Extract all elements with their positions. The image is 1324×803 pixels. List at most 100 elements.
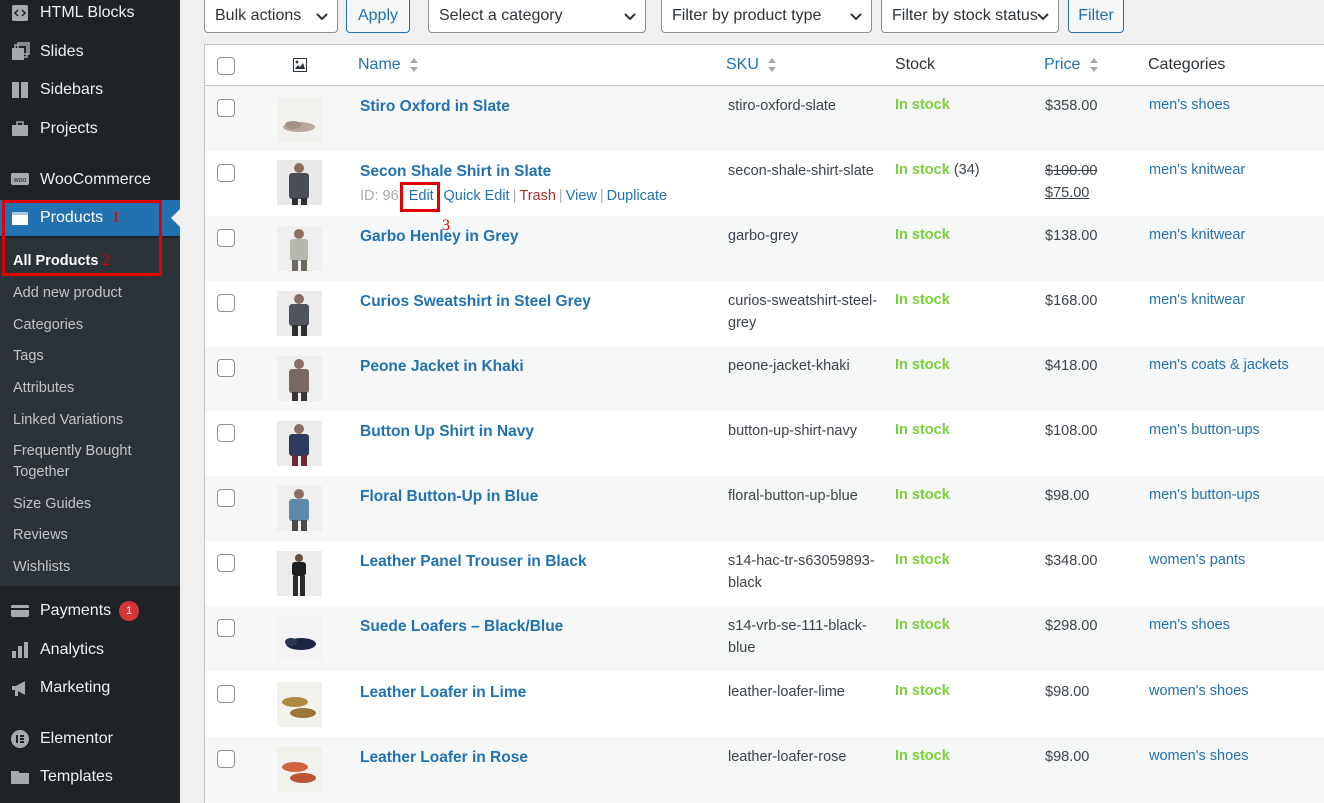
menu-label: HTML Blocks — [40, 4, 135, 21]
product-thumbnail[interactable] — [277, 421, 322, 466]
table-row: Suede Loafers – Black/Blue s14-vrb-se-11… — [205, 606, 1324, 671]
category-select[interactable]: Select a category — [428, 0, 646, 33]
menu-label: Projects — [40, 120, 98, 137]
separator: | — [599, 188, 604, 204]
product-name-link[interactable]: Leather Loafer in Lime — [360, 684, 526, 702]
menu-projects[interactable]: Projects — [0, 111, 180, 147]
product-thumbnail[interactable] — [277, 356, 322, 401]
product-name-link[interactable]: Stiro Oxford in Slate — [360, 98, 510, 116]
product-category-link[interactable]: women's shoes — [1149, 683, 1248, 699]
product-category-link[interactable]: women's shoes — [1149, 748, 1248, 764]
product-thumbnail[interactable] — [277, 160, 322, 205]
product-category-link[interactable]: men's knitwear — [1149, 292, 1245, 308]
product-price: $358.00 — [1045, 98, 1098, 114]
product-name-link[interactable]: Leather Panel Trouser in Black — [360, 553, 587, 571]
product-sku: floral-button-up-blue — [728, 488, 858, 504]
menu-templates[interactable]: Templates — [0, 759, 180, 795]
table-row: Stiro Oxford in Slate stiro-oxford-slate… — [205, 86, 1324, 151]
quick-edit-link[interactable]: Quick Edit — [444, 188, 510, 204]
submenu-reviews[interactable]: Reviews — [13, 525, 173, 546]
product-category-link[interactable]: men's knitwear — [1149, 162, 1245, 178]
product-name-link[interactable]: Garbo Henley in Grey — [360, 228, 519, 246]
product-thumbnail[interactable] — [277, 747, 322, 792]
product-id: ID: 96 — [360, 188, 399, 204]
menu-html-blocks[interactable]: HTML Blocks — [0, 0, 180, 31]
submenu-categories[interactable]: Categories — [13, 315, 173, 336]
submenu-add-new-product[interactable]: Add new product — [13, 283, 173, 304]
view-link[interactable]: View — [566, 188, 597, 204]
product-name-link[interactable]: Secon Shale Shirt in Slate — [360, 163, 551, 181]
duplicate-link[interactable]: Duplicate — [607, 188, 667, 204]
active-arrow-icon — [171, 209, 180, 227]
product-category-link[interactable]: men's coats & jackets — [1149, 357, 1289, 373]
payments-badge: 1 — [119, 601, 140, 621]
product-category-link[interactable]: men's shoes — [1149, 97, 1230, 113]
row-checkbox[interactable] — [217, 424, 235, 442]
product-price: $100.00 $75.00 — [1045, 160, 1097, 204]
submenu-linked-variations[interactable]: Linked Variations — [13, 410, 173, 431]
product-price: $98.00 — [1045, 749, 1090, 765]
submenu-attributes[interactable]: Attributes — [13, 378, 173, 399]
product-name-link[interactable]: Button Up Shirt in Navy — [360, 423, 534, 441]
row-checkbox[interactable] — [217, 554, 235, 572]
stock-label: In stock — [895, 487, 950, 503]
select-all-checkbox[interactable] — [217, 57, 235, 75]
products-table: Name SKU Stock Price Categories Stiro Ox… — [204, 44, 1324, 803]
submenu-wishlists[interactable]: Wishlists — [13, 557, 173, 578]
menu-sidebars[interactable]: Sidebars — [0, 72, 180, 108]
product-name-link[interactable]: Floral Button-Up in Blue — [360, 488, 538, 506]
product-name-link[interactable]: Curios Sweatshirt in Steel Grey — [360, 293, 591, 311]
product-thumbnail[interactable] — [277, 486, 322, 531]
row-checkbox[interactable] — [217, 294, 235, 312]
apply-button[interactable]: Apply — [346, 0, 410, 33]
product-category-link[interactable]: men's button-ups — [1149, 487, 1260, 503]
menu-slides[interactable]: Slides — [0, 34, 180, 70]
row-checkbox[interactable] — [217, 685, 235, 703]
product-category-link[interactable]: men's knitwear — [1149, 227, 1245, 243]
menu-label: Marketing — [40, 679, 111, 696]
regular-price: $100.00 — [1045, 163, 1098, 179]
product-thumbnail[interactable] — [277, 551, 322, 596]
stock-status: In stock — [895, 487, 950, 503]
product-name-link[interactable]: Leather Loafer in Rose — [360, 749, 528, 767]
filter-button[interactable]: Filter — [1068, 0, 1124, 33]
menu-marketing[interactable]: Marketing — [0, 670, 180, 706]
product-thumbnail[interactable] — [277, 291, 322, 336]
menu-label: Sidebars — [40, 81, 104, 98]
row-checkbox[interactable] — [217, 164, 235, 182]
product-name-link[interactable]: Peone Jacket in Khaki — [360, 358, 524, 376]
menu-woocommerce[interactable]: woo WooCommerce — [0, 162, 180, 198]
submenu-tags[interactable]: Tags — [13, 346, 173, 367]
product-category-link[interactable]: men's shoes — [1149, 617, 1230, 633]
product-thumbnail[interactable] — [277, 97, 322, 142]
product-category-link[interactable]: men's button-ups — [1149, 422, 1260, 438]
bulk-actions-select[interactable]: Bulk actions — [204, 0, 338, 33]
product-sku: garbo-grey — [728, 228, 799, 244]
chevron-down-icon — [316, 13, 328, 21]
submenu-size-guides[interactable]: Size Guides — [13, 494, 173, 515]
stock-status-select[interactable]: Filter by stock status — [881, 0, 1059, 33]
row-checkbox[interactable] — [217, 619, 235, 637]
column-header-sku[interactable]: SKU — [726, 56, 777, 74]
row-checkbox[interactable] — [217, 750, 235, 768]
column-header-price[interactable]: Price — [1044, 56, 1099, 74]
product-thumbnail[interactable] — [277, 616, 322, 661]
row-checkbox[interactable] — [217, 229, 235, 247]
product-thumbnail[interactable] — [277, 226, 322, 271]
menu-elementor[interactable]: Elementor — [0, 721, 180, 757]
trash-link[interactable]: Trash — [519, 188, 556, 204]
row-checkbox[interactable] — [217, 99, 235, 117]
product-name-link[interactable]: Suede Loafers – Black/Blue — [360, 618, 563, 636]
row-checkbox[interactable] — [217, 359, 235, 377]
menu-analytics[interactable]: Analytics — [0, 632, 180, 668]
product-type-select[interactable]: Filter by product type — [661, 0, 872, 33]
product-thumbnail[interactable] — [277, 682, 322, 727]
product-sku: secon-shale-shirt-slate — [728, 163, 874, 179]
product-category-link[interactable]: women's pants — [1149, 552, 1245, 568]
submenu-frequently-bought-together[interactable]: Frequently Bought Together — [13, 441, 173, 483]
menu-payments[interactable]: Payments 1 — [0, 593, 180, 629]
row-checkbox[interactable] — [217, 489, 235, 507]
table-row: Curios Sweatshirt in Steel Grey curios-s… — [205, 281, 1324, 346]
column-header-name[interactable]: Name — [358, 56, 419, 74]
stock-status: In stock — [895, 683, 950, 699]
